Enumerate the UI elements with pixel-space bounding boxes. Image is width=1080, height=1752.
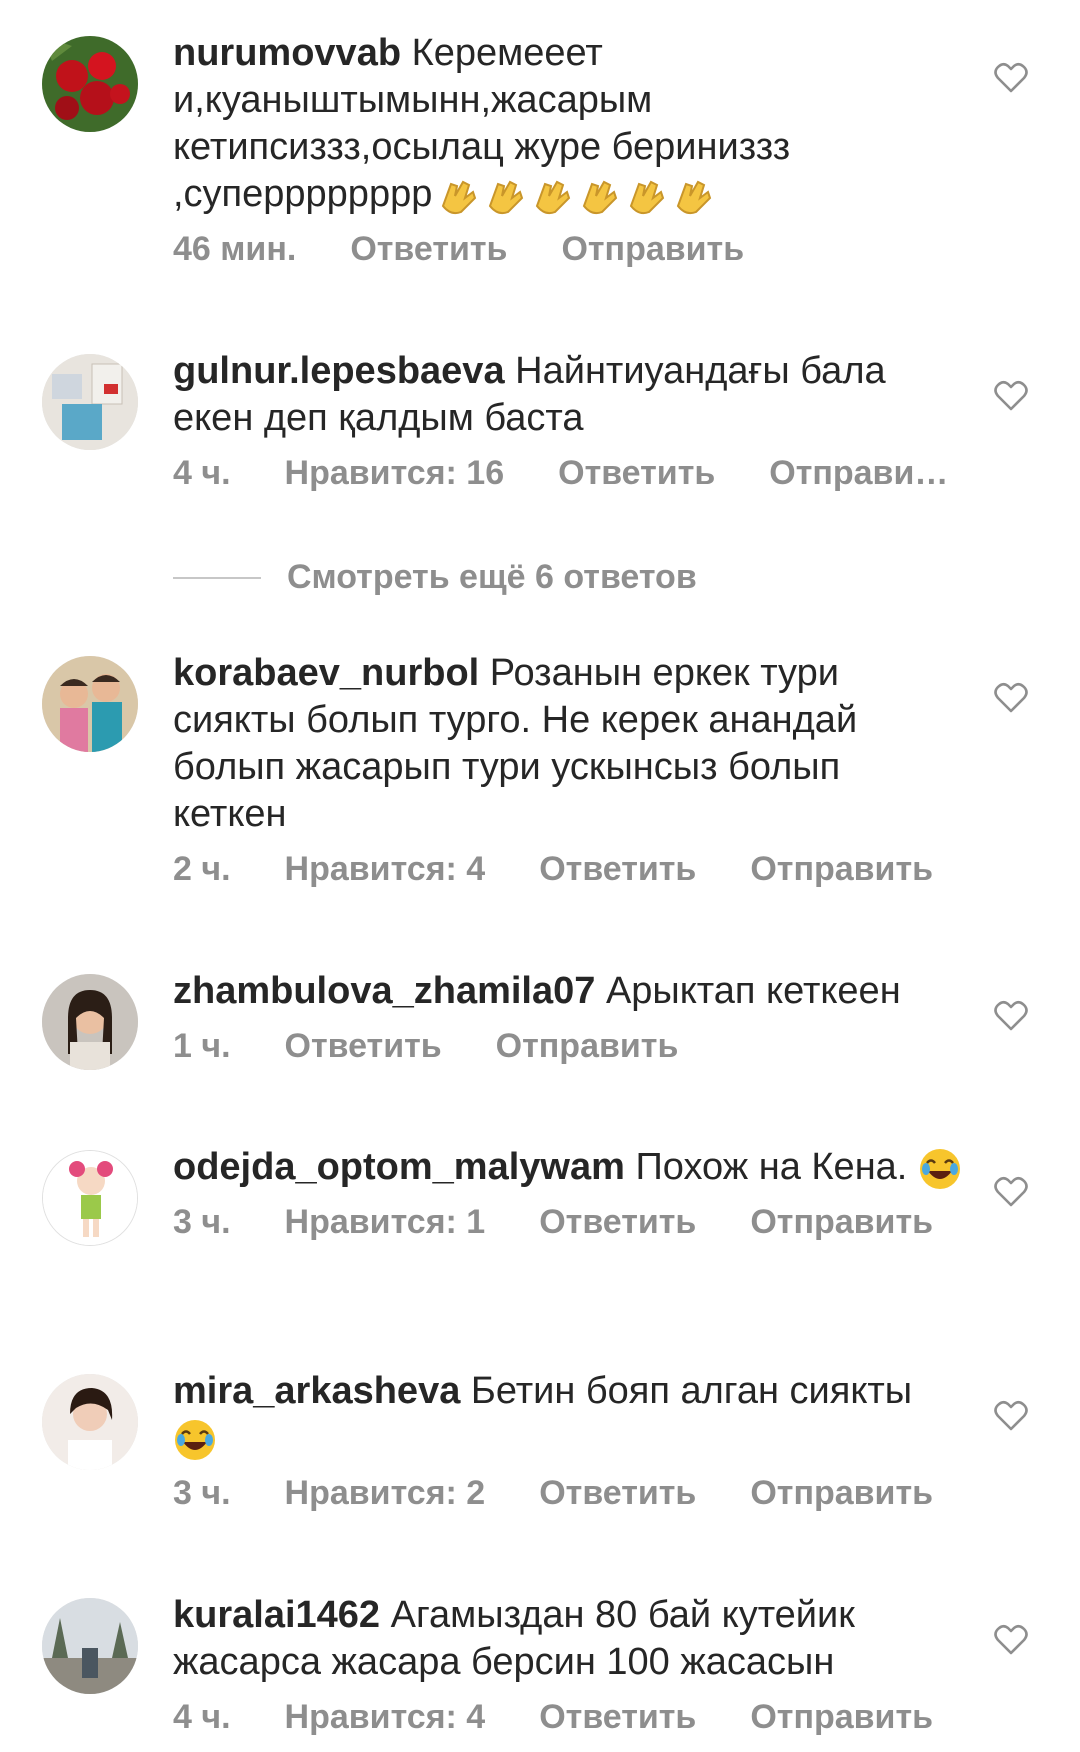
comment-time: 4 ч. xyxy=(173,1698,231,1736)
comment-username[interactable]: zhambulova_zhamila07 xyxy=(173,970,595,1012)
send-button[interactable]: Отправить xyxy=(561,230,744,269)
red-roses-icon xyxy=(42,36,138,132)
like-button[interactable] xyxy=(994,1176,1028,1208)
heart-icon xyxy=(994,1000,1028,1031)
comment-time: 3 ч. xyxy=(173,1474,231,1512)
woman-portrait-icon xyxy=(42,1374,138,1470)
avatar[interactable] xyxy=(42,354,138,450)
send-button[interactable]: Отправить xyxy=(750,850,933,889)
reply-button[interactable]: Ответить xyxy=(539,1474,696,1513)
like-button[interactable] xyxy=(994,1624,1028,1656)
likes-count[interactable]: Нравится: 1 xyxy=(285,1203,486,1242)
reply-button[interactable]: Ответить xyxy=(539,1203,696,1242)
like-button[interactable] xyxy=(994,1400,1028,1432)
avatar[interactable] xyxy=(42,36,138,132)
comment-text: Бетин бояп алган сиякты xyxy=(470,1370,913,1412)
reply-button[interactable]: Ответить xyxy=(539,850,696,889)
avatar[interactable] xyxy=(42,656,138,752)
likes-count[interactable]: Нравится: 4 xyxy=(285,1698,486,1737)
like-button[interactable] xyxy=(994,62,1028,94)
reply-button[interactable]: Ответить xyxy=(350,230,507,269)
send-button[interactable]: Отправить xyxy=(496,1027,679,1066)
likes-count[interactable]: Нравится: 16 xyxy=(285,454,505,493)
laughing-face-emoji xyxy=(173,1417,217,1460)
comment-username[interactable]: mira_arkasheva xyxy=(173,1370,460,1412)
reply-button[interactable]: Ответить xyxy=(558,454,715,493)
send-button[interactable]: Отправить xyxy=(750,1474,933,1513)
view-more-replies-label: Смотреть ещё 6 ответов xyxy=(287,558,697,596)
comment-username[interactable]: kuralai1462 xyxy=(173,1594,380,1636)
likes-count[interactable]: Нравится: 4 xyxy=(285,850,486,889)
avatar[interactable] xyxy=(42,1598,138,1694)
reply-button[interactable]: Ответить xyxy=(285,1027,442,1066)
comment-text: Похож на Кена. xyxy=(635,1146,908,1188)
comment-username[interactable]: odejda_optom_malywam xyxy=(173,1146,625,1188)
send-button[interactable]: Отправи… xyxy=(769,454,948,493)
heart-icon xyxy=(994,1400,1028,1431)
like-button[interactable] xyxy=(994,682,1028,714)
comment-time: 1 ч. xyxy=(173,1027,231,1065)
comment-time: 3 ч. xyxy=(173,1203,231,1241)
heart-icon xyxy=(994,1624,1028,1655)
send-button[interactable]: Отправить xyxy=(750,1698,933,1737)
comment-time: 4 ч. xyxy=(173,454,231,492)
clap-icon xyxy=(442,180,477,215)
view-more-replies-button[interactable]: Смотреть ещё 6 ответов xyxy=(173,558,697,597)
heart-icon xyxy=(994,62,1028,93)
clapping-hands-emoji xyxy=(432,173,714,215)
comment-username[interactable]: nurumovvab xyxy=(173,32,401,74)
doll-icon xyxy=(43,1151,137,1245)
send-button[interactable]: Отправить xyxy=(750,1203,933,1242)
heart-icon xyxy=(994,380,1028,411)
room-photo-icon xyxy=(42,354,138,450)
comment-time: 2 ч. xyxy=(173,850,231,888)
likes-count[interactable]: Нравится: 2 xyxy=(285,1474,486,1513)
like-button[interactable] xyxy=(994,380,1028,412)
comment-username[interactable]: gulnur.lepesbaeva xyxy=(173,350,505,392)
replies-divider xyxy=(173,576,261,579)
like-button[interactable] xyxy=(994,1000,1028,1032)
comment-time: 46 мин. xyxy=(173,230,297,268)
reply-button[interactable]: Ответить xyxy=(539,1698,696,1737)
children-photo-icon xyxy=(42,656,138,752)
heart-icon xyxy=(994,1176,1028,1207)
avatar[interactable] xyxy=(42,1374,138,1470)
comment-text: Арыктап кеткеен xyxy=(605,970,901,1012)
comment-username[interactable]: korabaev_nurbol xyxy=(173,652,479,694)
heart-icon xyxy=(994,682,1028,713)
woman-photo-icon xyxy=(42,974,138,1070)
park-photo-icon xyxy=(42,1598,138,1694)
laughing-face-emoji xyxy=(918,1146,962,1189)
avatar[interactable] xyxy=(42,974,138,1070)
avatar[interactable] xyxy=(42,1150,138,1246)
